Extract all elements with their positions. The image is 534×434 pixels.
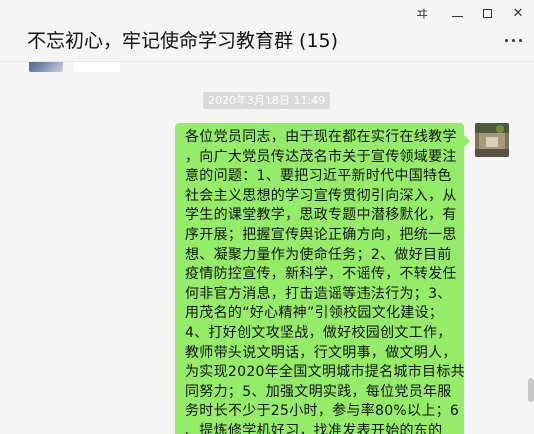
message-line: 、提炼修学机好习，找准发表开始的东的	[185, 422, 443, 434]
maximize-icon	[483, 9, 492, 18]
minimize-icon	[452, 16, 463, 17]
message-line: 教师带头说文明话，行文明事，做文明人，	[185, 344, 457, 361]
pin-icon[interactable]: ヰ	[411, 4, 433, 24]
avatar[interactable]	[29, 62, 63, 72]
message-text: 各位党员同志，由于现在都在实行在线教学 ，向广大党员传达茂名市关于宣传领域要注 意的…	[185, 128, 465, 434]
message-line: 同努力；5、加强文明实践，每位党员年服	[185, 383, 452, 400]
message-bubble[interactable]: 各位党员同志，由于现在都在实行在线教学 ，向广大党员传达茂名市关于宣传领域要注 意的…	[175, 123, 470, 434]
message-line: 序开展；把握宣传舆论正确方向，把统一思	[185, 226, 457, 243]
message-line: 何非官方消息，打击造谣等违法行为；3、	[185, 285, 452, 302]
scrollbar[interactable]	[528, 378, 534, 402]
title-bar: 不忘初心，牢记使命学习教育群 (15) ヰ ✕	[0, 0, 534, 62]
message-line: 想、凝聚力量作为使命任务；2、做好目前	[185, 246, 452, 263]
maximize-button[interactable]	[477, 4, 499, 24]
message-timestamp: 2020年3月18日 11:49	[203, 92, 331, 109]
message-line: 社会主义思想的学习宣传贯彻引向深入，从	[185, 187, 457, 204]
message-line: 疫情防控宣传，新科学，不谣传，不转发任	[185, 266, 457, 283]
more-options-icon[interactable]	[503, 33, 525, 47]
previous-message-bubble[interactable]	[74, 62, 120, 72]
chat-window: 不忘初心，牢记使命学习教育群 (15) ヰ ✕ 2020年3月18日 11:49…	[0, 0, 534, 434]
close-button[interactable]: ✕	[507, 4, 529, 24]
message-line: 意的问题：1、要把习近平新时代中国特色	[185, 168, 452, 185]
message-line: 为实现2020年全国文明城市提名城市目标共	[185, 364, 465, 381]
message-line: ，向广大党员传达茂名市关于宣传领域要注	[185, 148, 457, 165]
message-line: 用茂名的“好心精神”引领校园文化建设；	[185, 305, 444, 322]
minimize-button[interactable]	[447, 4, 469, 24]
message-line: 各位党员同志，由于现在都在实行在线教学	[185, 129, 457, 145]
chat-title: 不忘初心，牢记使命学习教育群 (15)	[27, 30, 339, 52]
avatar[interactable]	[475, 123, 509, 157]
message-line: 学生的课堂教学，思政专题中潜移默化，有	[185, 207, 457, 224]
chat-message-area[interactable]: 2020年3月18日 11:49 各位党员同志，由于现在都在实行在线教学 ，向广大…	[0, 62, 534, 434]
message-line: 务时长不少于25小时，参与率80%以上；6	[185, 403, 460, 420]
message-line: 4、打好创文攻坚战，做好校园创文工作，	[185, 324, 452, 341]
